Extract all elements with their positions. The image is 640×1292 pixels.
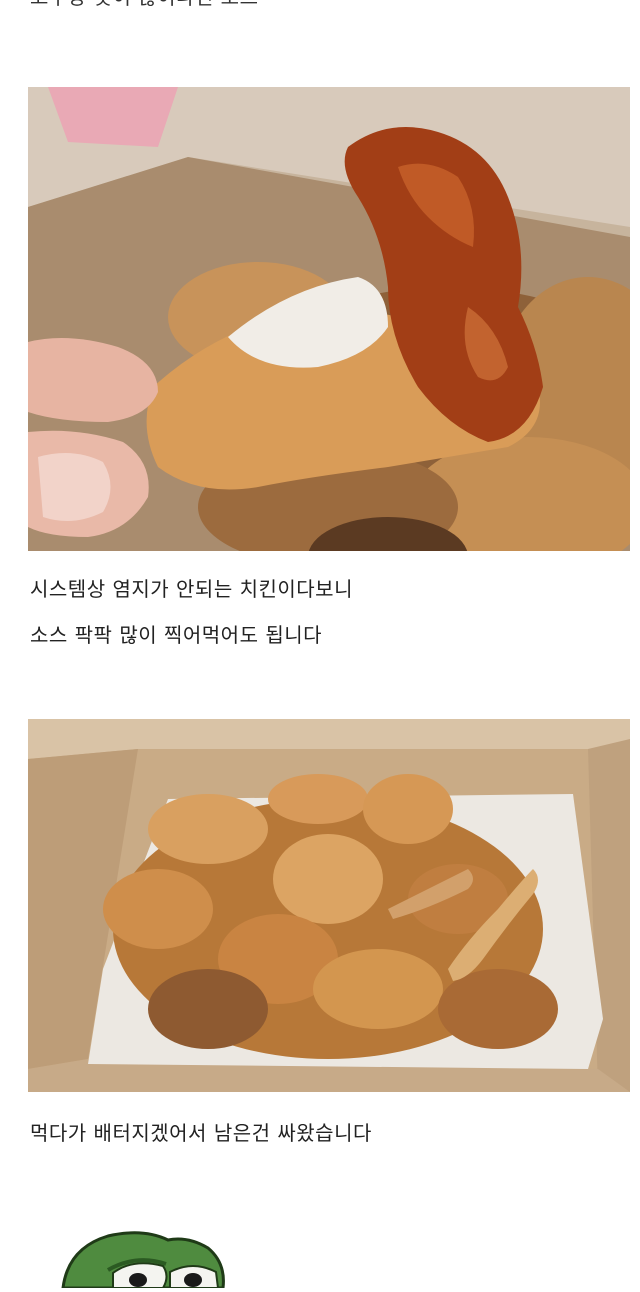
photo-sauced-chicken	[28, 87, 630, 551]
photo-leftover-box-image	[28, 719, 630, 1092]
photo-sauced-chicken-image	[28, 87, 630, 551]
pepe-frog-image	[61, 1231, 225, 1290]
caption-sauce-line2: 소스 팍팍 많이 찍어먹어도 됩니다	[30, 623, 323, 647]
pepe-frog-sticker	[58, 1228, 228, 1290]
photo-leftover-box	[28, 719, 630, 1092]
caption-top-cut: 고추장 맛이 많이나던 소스	[30, 0, 258, 16]
caption-sauce-line1: 시스템상 염지가 안되는 치킨이다보니	[30, 577, 353, 601]
caption-leftovers: 먹다가 배터지겠어서 남은건 싸왔습니다	[30, 1121, 372, 1145]
